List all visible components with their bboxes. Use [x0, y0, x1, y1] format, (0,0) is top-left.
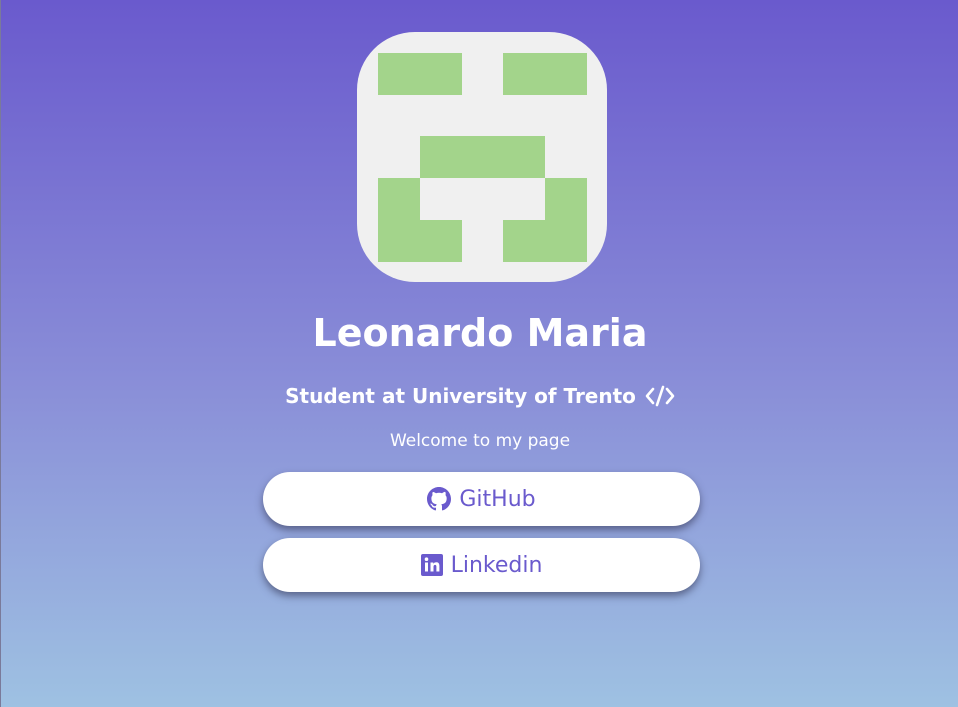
avatar-block [378, 220, 462, 262]
linkedin-label: Linkedin [450, 552, 543, 578]
profile-subtitle: Student at University of Trento [1, 380, 958, 412]
profile-name: Leonardo Maria [312, 311, 648, 355]
avatar-block [503, 53, 587, 95]
linkedin-button[interactable]: Linkedin [263, 538, 700, 592]
github-label: GitHub [459, 486, 536, 512]
avatar-block [420, 136, 545, 178]
welcome-text: Welcome to my page [389, 431, 571, 451]
github-button[interactable]: GitHub [263, 472, 700, 526]
avatar-block [503, 220, 587, 262]
code-icon [643, 384, 675, 408]
github-icon [427, 487, 452, 511]
subtitle-text: Student at University of Trento [285, 384, 636, 408]
avatar [357, 32, 607, 282]
linkedin-icon [420, 554, 443, 576]
avatar-block [378, 53, 462, 95]
